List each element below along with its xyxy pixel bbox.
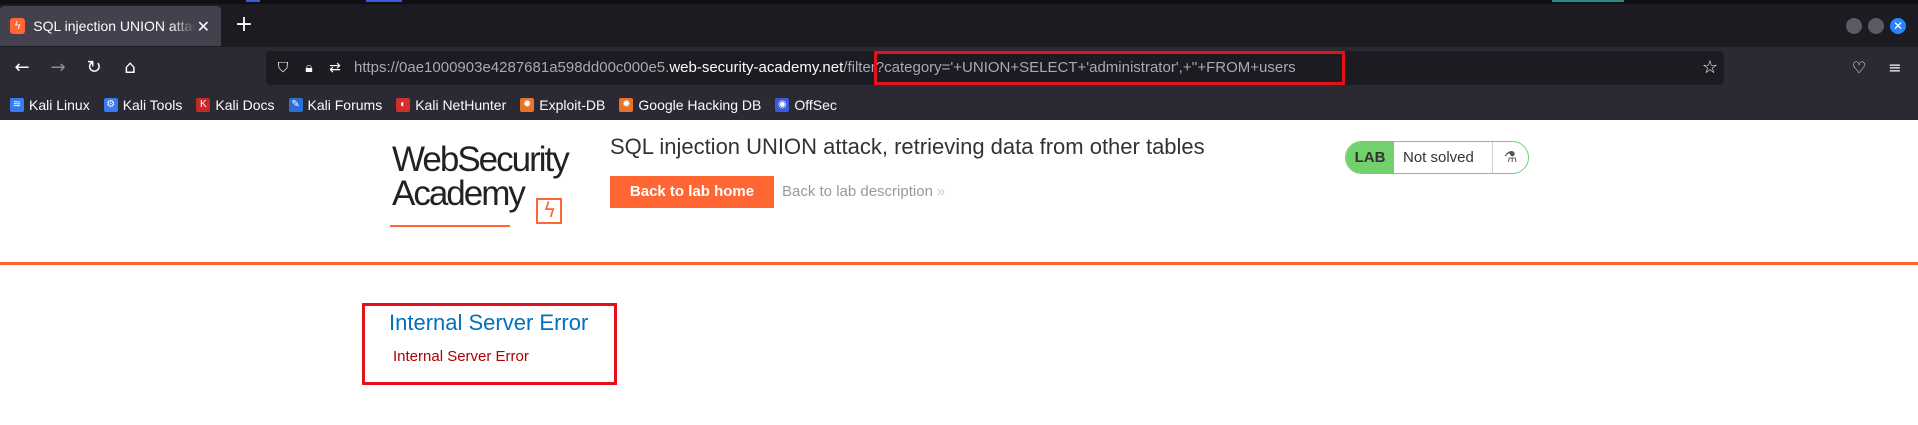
header-divider <box>0 262 1918 265</box>
bookmark-item[interactable]: ✎ Kali Forums <box>288 96 383 113</box>
address-bar[interactable]: ⛉ 🔒︎ ⇄ https://0ae1000903e4287681a598dd0… <box>266 51 1724 85</box>
bookmark-label: OffSec <box>794 96 837 113</box>
bookmark-star-icon[interactable]: ☆ <box>1702 57 1718 78</box>
maximize-window-button[interactable] <box>1868 18 1884 34</box>
menu-icon[interactable]: ≡ <box>1883 56 1907 80</box>
lab-badge: LAB <box>1346 142 1394 173</box>
bookmark-label: Google Hacking DB <box>638 96 762 113</box>
top-strip-segment <box>366 0 402 2</box>
tab-title: SQL injection UNION attack, retrieving d… <box>33 18 195 34</box>
reload-icon[interactable]: ↻ <box>82 56 106 80</box>
exploit-db-icon: ✹ <box>520 97 535 112</box>
bookmark-item[interactable]: ≋ Kali Linux <box>10 97 90 113</box>
url-host: web-security-academy.net <box>669 59 844 76</box>
bookmark-item[interactable]: ✹ Google Hacking DB <box>619 97 761 113</box>
bookmark-label: Kali NetHunter <box>415 96 507 113</box>
kali-tools-icon: ⚙ <box>103 97 118 112</box>
lab-title: SQL injection UNION attack, retrieving d… <box>610 134 1205 159</box>
bookmark-item[interactable]: ◉ OffSec <box>775 97 837 113</box>
bookmark-label: Kali Tools <box>122 96 183 113</box>
bookmarks-toolbar: ≋ Kali Linux ⚙ Kali Tools K Kali Docs ✎ Kali Fo… <box>0 89 1918 120</box>
web-security-academy-logo[interactable]: WebSecurity Academy <box>390 140 580 230</box>
lab-status-text: Not solved <box>1403 149 1474 166</box>
back-arrow-icon[interactable]: ← <box>10 56 34 80</box>
lock-icon[interactable]: 🔒︎ <box>300 59 318 77</box>
kali-forums-icon: ✎ <box>288 97 303 112</box>
bookmark-label: Kali Forums <box>307 96 383 113</box>
url-path-annotation-box <box>874 51 1345 85</box>
ghdb-icon: ✹ <box>619 97 634 112</box>
tracking-shield-icon[interactable]: ⛉ <box>274 59 292 77</box>
portswigger-favicon-icon: ϟ <box>10 18 26 34</box>
top-strip <box>0 0 1918 4</box>
bookmark-label: Kali Linux <box>29 96 90 113</box>
back-desc-label: Back to lab description <box>782 183 933 200</box>
back-to-lab-description-link[interactable]: Back to lab description» <box>782 176 945 208</box>
new-tab-button[interactable]: + <box>232 14 256 38</box>
nethunter-icon: ◐ <box>396 97 411 112</box>
forward-arrow-icon[interactable]: → <box>46 56 70 80</box>
lab-page: WebSecurity Academy SQL injection UNION … <box>0 120 1918 425</box>
home-icon[interactable]: ⌂ <box>118 56 142 80</box>
flask-icon[interactable]: ⚗ <box>1492 142 1528 173</box>
close-window-button[interactable]: ✕ <box>1890 18 1906 34</box>
permissions-icon[interactable]: ⇄ <box>326 59 344 77</box>
close-tab-icon[interactable]: ✕ <box>196 17 211 36</box>
tab-bar: ϟ SQL injection UNION attack, retrieving… <box>0 6 1918 46</box>
error-heading: Internal Server Error <box>389 310 589 335</box>
bookmark-label: Kali Docs <box>215 96 275 113</box>
bookmark-item[interactable]: ◐ Kali NetHunter <box>396 97 506 113</box>
url-subdomain: 0ae1000903e4287681a598dd00c000e5. <box>399 59 670 76</box>
top-strip-segment <box>1552 0 1624 2</box>
logo-underline <box>390 225 510 227</box>
double-chevron-right-icon: » <box>936 183 946 200</box>
browser-chrome: ϟ SQL injection UNION attack, retrieving… <box>0 0 1918 120</box>
url-scheme: https:// <box>354 59 400 76</box>
bookmark-item[interactable]: ✹ Exploit-DB <box>520 97 605 113</box>
minimize-window-button[interactable] <box>1846 18 1862 34</box>
logo-text-line2: Academy <box>392 174 526 213</box>
top-strip-segment <box>246 0 260 2</box>
bookmark-label: Exploit-DB <box>539 96 606 113</box>
kali-docs-icon: K <box>196 97 211 112</box>
lightning-bolt-icon <box>536 198 562 224</box>
error-message: Internal Server Error <box>393 348 529 365</box>
tab-active[interactable]: ϟ SQL injection UNION attack, retrieving… <box>0 6 221 46</box>
kali-dragon-icon: ≋ <box>10 97 24 112</box>
offsec-icon: ◉ <box>775 97 790 112</box>
navigation-toolbar: ← → ↻ ⌂ ⛉ 🔒︎ ⇄ https://0ae1000903e428768… <box>0 47 1918 89</box>
pocket-icon[interactable]: ♡ <box>1847 56 1871 80</box>
bookmark-item[interactable]: ⚙ Kali Tools <box>103 96 183 113</box>
lab-status-widget: LAB Not solved ⚗ <box>1345 141 1529 174</box>
back-to-lab-home-button[interactable]: Back to lab home <box>610 176 774 208</box>
bookmark-item[interactable]: K Kali Docs <box>196 96 275 113</box>
